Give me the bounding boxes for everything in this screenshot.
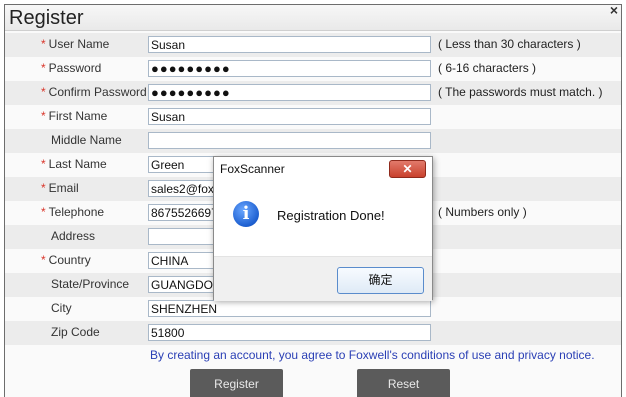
register-window: Register × * User Name Susan( Less than 30… [4, 2, 622, 397]
field-label-text: Email [48, 181, 79, 195]
input-field[interactable]: 51800 [148, 324, 431, 341]
field-hint: ( Numbers only ) [438, 205, 527, 219]
dialog-title: FoxScanner [220, 162, 285, 176]
input-field[interactable]: ●●●●●●●●● [148, 84, 431, 101]
field-label-text: Middle Name [51, 133, 122, 147]
agreement-text: By creating an account, you agree to Fox… [150, 348, 595, 362]
field-label: * Confirm Password [41, 85, 147, 99]
dialog-ok-button[interactable]: 确定 [337, 267, 424, 294]
field-label-text: Confirm Password [48, 85, 147, 99]
field-label: * Last Name [41, 157, 107, 171]
register-button[interactable]: Register [190, 369, 283, 397]
required-marker: * [41, 205, 46, 219]
field-label-text: User Name [48, 37, 110, 51]
input-field[interactable]: Susan [148, 36, 431, 53]
required-marker: * [41, 181, 46, 195]
form-row: * User Name Susan ( Less than 30 characters… [5, 33, 621, 57]
reset-button[interactable]: Reset [357, 369, 450, 397]
field-label-text: Address [51, 229, 96, 243]
form-body: * User Name Susan( Less than 30 characters… [5, 31, 621, 397]
title-bar: Register × [5, 2, 621, 31]
form-row: Zip Code 51800 [5, 321, 621, 345]
required-marker: * [41, 253, 46, 267]
required-marker: * [41, 157, 46, 171]
field-label-text: City [51, 301, 72, 315]
input-field[interactable] [148, 132, 431, 149]
field-label: * Password [41, 61, 101, 75]
field-label-text: Password [48, 61, 102, 75]
field-label: Address [51, 229, 95, 243]
form-row: * Password ●●●●●●●●● ( 6-16 characters ) [5, 57, 621, 81]
input-field[interactable]: Susan [148, 108, 431, 125]
dialog-title-bar: FoxScanner ✕ [214, 157, 432, 181]
form-row: * Confirm Password ●●●●●●●●● ( The password… [5, 81, 621, 105]
field-label: Zip Code [51, 325, 100, 339]
input-field[interactable]: ●●●●●●●●● [148, 60, 431, 77]
field-label: * User Name [41, 37, 109, 51]
required-marker: * [41, 61, 46, 75]
field-label: * First Name [41, 109, 107, 123]
field-label-text: Country [48, 253, 91, 267]
message-dialog: FoxScanner ✕ i Registration Done! 确定 [213, 156, 433, 301]
required-marker: * [41, 37, 46, 51]
field-label: * Telephone [41, 205, 104, 219]
field-label: * Email [41, 181, 79, 195]
field-hint: ( 6-16 characters ) [438, 61, 537, 75]
field-label-text: Zip Code [51, 325, 100, 339]
field-label-text: First Name [48, 109, 108, 123]
field-hint: ( Less than 30 characters ) [438, 37, 581, 51]
field-hint: ( The passwords must match. ) [438, 85, 603, 99]
field-label: City [51, 301, 72, 315]
dialog-message: Registration Done! [277, 208, 385, 223]
dialog-close-icon[interactable]: ✕ [389, 160, 426, 178]
field-label-text: Last Name [48, 157, 107, 171]
dialog-content: i Registration Done! [214, 181, 432, 256]
required-marker: * [41, 109, 46, 123]
form-row: Middle Name [5, 129, 621, 153]
form-row: * First Name Susan [5, 105, 621, 129]
window-title: Register [9, 7, 84, 29]
field-label: Middle Name [51, 133, 122, 147]
field-label-text: Telephone [48, 205, 105, 219]
field-label: * Country [41, 253, 91, 267]
required-marker: * [41, 85, 46, 99]
close-icon[interactable]: × [610, 2, 618, 18]
field-label-text: State/Province [51, 277, 130, 291]
info-icon: i [233, 201, 259, 227]
input-field[interactable]: SHENZHEN [148, 300, 431, 317]
field-label: State/Province [51, 277, 129, 291]
